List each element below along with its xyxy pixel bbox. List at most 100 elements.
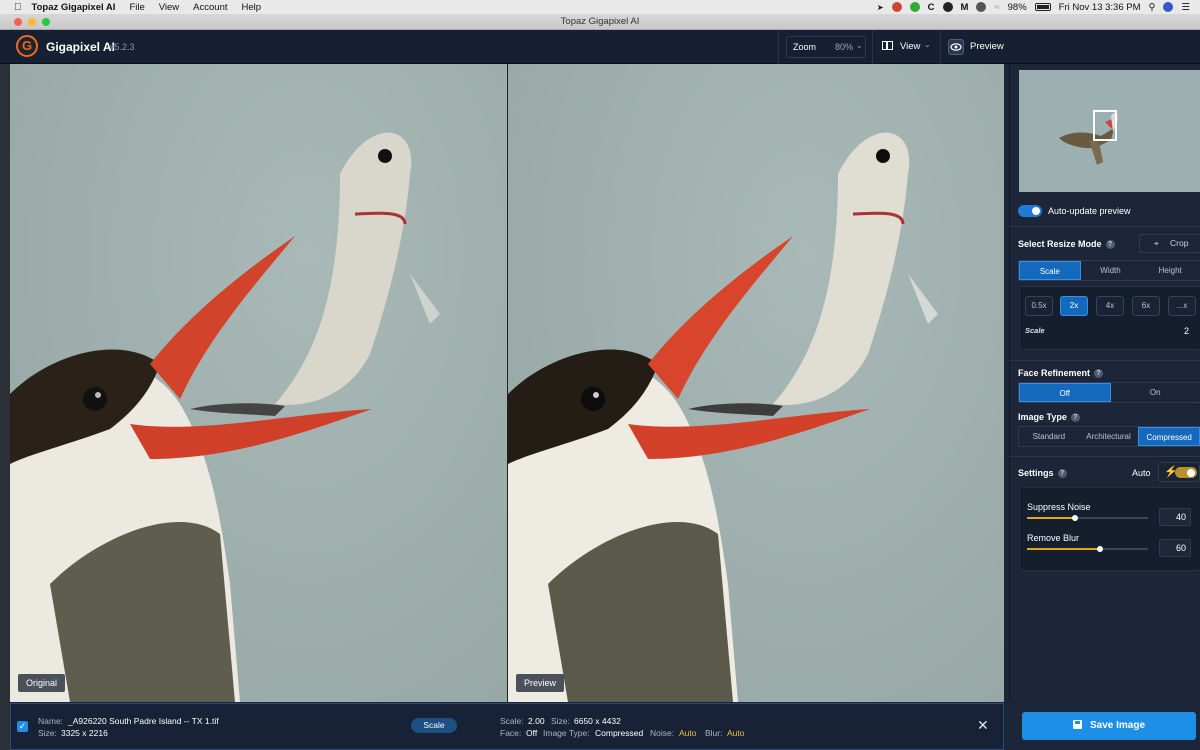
file-info-bar[interactable]: ✓ Name: _A926220 South Padre Island -- T… [10,703,1004,750]
help-icon[interactable]: ? [1057,469,1067,479]
menu-status-area: ➤ C M ≈ 98% Fri Nov 13 3:36 PM ⚲ ☰ [877,0,1200,14]
zoom-window-button[interactable] [42,18,50,26]
clock[interactable]: Fri Nov 13 3:36 PM [1059,2,1141,13]
zoom-select[interactable]: Zoom 80% ⌄ [786,36,866,58]
settings-panel [1019,487,1200,571]
face-label: Face: [500,728,522,738]
battery-icon[interactable] [1034,3,1051,11]
navigator-thumbnail[interactable] [1019,70,1200,192]
face-refinement-off[interactable]: Off [1019,383,1111,402]
floppy-disk-icon [1072,720,1082,729]
auto-update-preview-label: Auto-update preview [1048,206,1131,216]
image-type-info-value: Compressed [595,728,644,738]
suppress-noise-knob[interactable] [1072,515,1078,521]
image-type-info-label: Image Type: [543,728,590,738]
status-app-icon[interactable]: M [961,2,969,13]
spotlight-search-icon[interactable]: ⚲ [1149,2,1156,13]
scale-field-value[interactable]: 2 [1184,326,1189,336]
scale-chip-6x[interactable]: 6x [1132,296,1160,316]
status-app-icon[interactable] [891,2,902,12]
blur-value: Auto [727,728,745,738]
original-label: Original [18,674,66,692]
scale-chip-custom[interactable]: ...x [1168,296,1196,316]
view-menu-button[interactable]: View ⌄ [878,38,936,56]
status-app-icon[interactable] [909,2,920,12]
mac-menu-bar:  Topaz Gigapixel AI File View Account H… [0,0,1200,14]
view-label: View [900,41,921,52]
status-app-icon[interactable]: C [928,2,935,13]
menu-help[interactable]: Help [242,2,262,13]
help-icon[interactable]: ? [1070,413,1080,423]
eye-icon [948,39,964,55]
app-name: Gigapixel AI [46,40,115,54]
scale-chip-4x[interactable]: 4x [1096,296,1124,316]
image-type-standard[interactable]: Standard [1019,427,1079,446]
remove-blur-fill [1027,548,1100,550]
menu-account[interactable]: Account [193,2,227,13]
help-icon[interactable]: ? [1105,240,1115,250]
auto-settings-toggle[interactable]: ⚡ [1158,462,1200,482]
save-image-button[interactable]: Save Image [1022,712,1196,740]
window-title-bar: Topaz Gigapixel AI [0,14,1200,30]
remove-blur-slider[interactable] [1027,546,1148,552]
settings-label: Settings? [1018,468,1067,479]
preview-label: Preview [970,41,1004,52]
tab-scale[interactable]: Scale [1019,261,1081,280]
remove-blur-input[interactable]: 60 [1159,539,1191,557]
image-type-tabs: Standard Architectural Compressed [1018,426,1200,447]
suppress-noise-input[interactable]: 40 [1159,508,1191,526]
scale-chip-2x[interactable]: 2x [1060,296,1088,316]
section-divider [1010,456,1200,457]
minimize-window-button[interactable] [28,18,36,26]
header-divider [940,30,941,64]
help-icon[interactable]: ? [1094,369,1104,379]
status-app-icon[interactable] [976,2,987,12]
settings-sidebar: Auto-update preview Select Resize Mode? … [1009,64,1200,700]
file-select-checkbox[interactable]: ✓ [17,721,28,732]
status-app-icon[interactable] [942,2,953,12]
original-image-pane[interactable]: Original [10,64,507,702]
crop-button[interactable]: ⌖ Crop [1139,234,1200,253]
suppress-noise-label: Suppress Noise [1027,502,1091,512]
preview-image-pane[interactable]: Preview [508,64,1004,702]
auto-update-preview-toggle[interactable] [1018,205,1042,217]
image-canvas[interactable]: Original Preview [10,64,1004,702]
close-window-button[interactable] [14,18,22,26]
control-center-icon[interactable]: ☰ [1181,2,1190,13]
image-type-architectural[interactable]: Architectural [1079,427,1139,446]
tab-width[interactable]: Width [1081,261,1141,280]
header-divider [778,30,779,64]
auto-label: Auto [1132,468,1151,478]
wifi-icon[interactable]: ≈ [994,2,999,13]
bird-photo-preview [508,132,938,702]
remove-blur-knob[interactable] [1097,546,1103,552]
scale-chip-0-5x[interactable]: 0.5x [1025,296,1053,316]
menu-app-name[interactable]: Topaz Gigapixel AI [32,2,116,13]
face-refinement-text: Face Refinement [1018,368,1091,378]
image-type-compressed[interactable]: Compressed [1138,427,1200,446]
suppress-noise-slider[interactable] [1027,515,1148,521]
output-scale-value: 2.00 [528,716,545,726]
scale-badge[interactable]: Scale [411,718,457,733]
siri-icon[interactable] [1163,2,1174,12]
tab-height[interactable]: Height [1140,261,1200,280]
close-icon[interactable]: ✕ [977,717,989,734]
face-refinement-on[interactable]: On [1111,383,1200,402]
resize-mode-tabs: Scale Width Height [1018,260,1200,281]
zoom-label: Zoom [793,42,817,52]
blur-label: Blur: [705,728,723,738]
menu-file[interactable]: File [129,2,144,13]
name-label: Name: [38,716,64,726]
apple-icon[interactable]:  [14,2,22,13]
resize-mode-label: Select Resize Mode? [1018,239,1115,250]
face-refinement-label: Face Refinement? [1018,368,1104,379]
suppress-noise-fill [1027,517,1075,519]
navigator-viewport-rect[interactable] [1093,110,1117,141]
menu-view[interactable]: View [159,2,179,13]
zoom-value: 80% [835,42,854,52]
preview-toggle-button[interactable]: Preview [944,36,1004,58]
location-icon[interactable]: ➤ [877,3,884,12]
chevron-down-icon: ⌄ [924,40,931,49]
face-value: Off [526,728,538,738]
resize-mode-text: Select Resize Mode [1018,239,1102,249]
